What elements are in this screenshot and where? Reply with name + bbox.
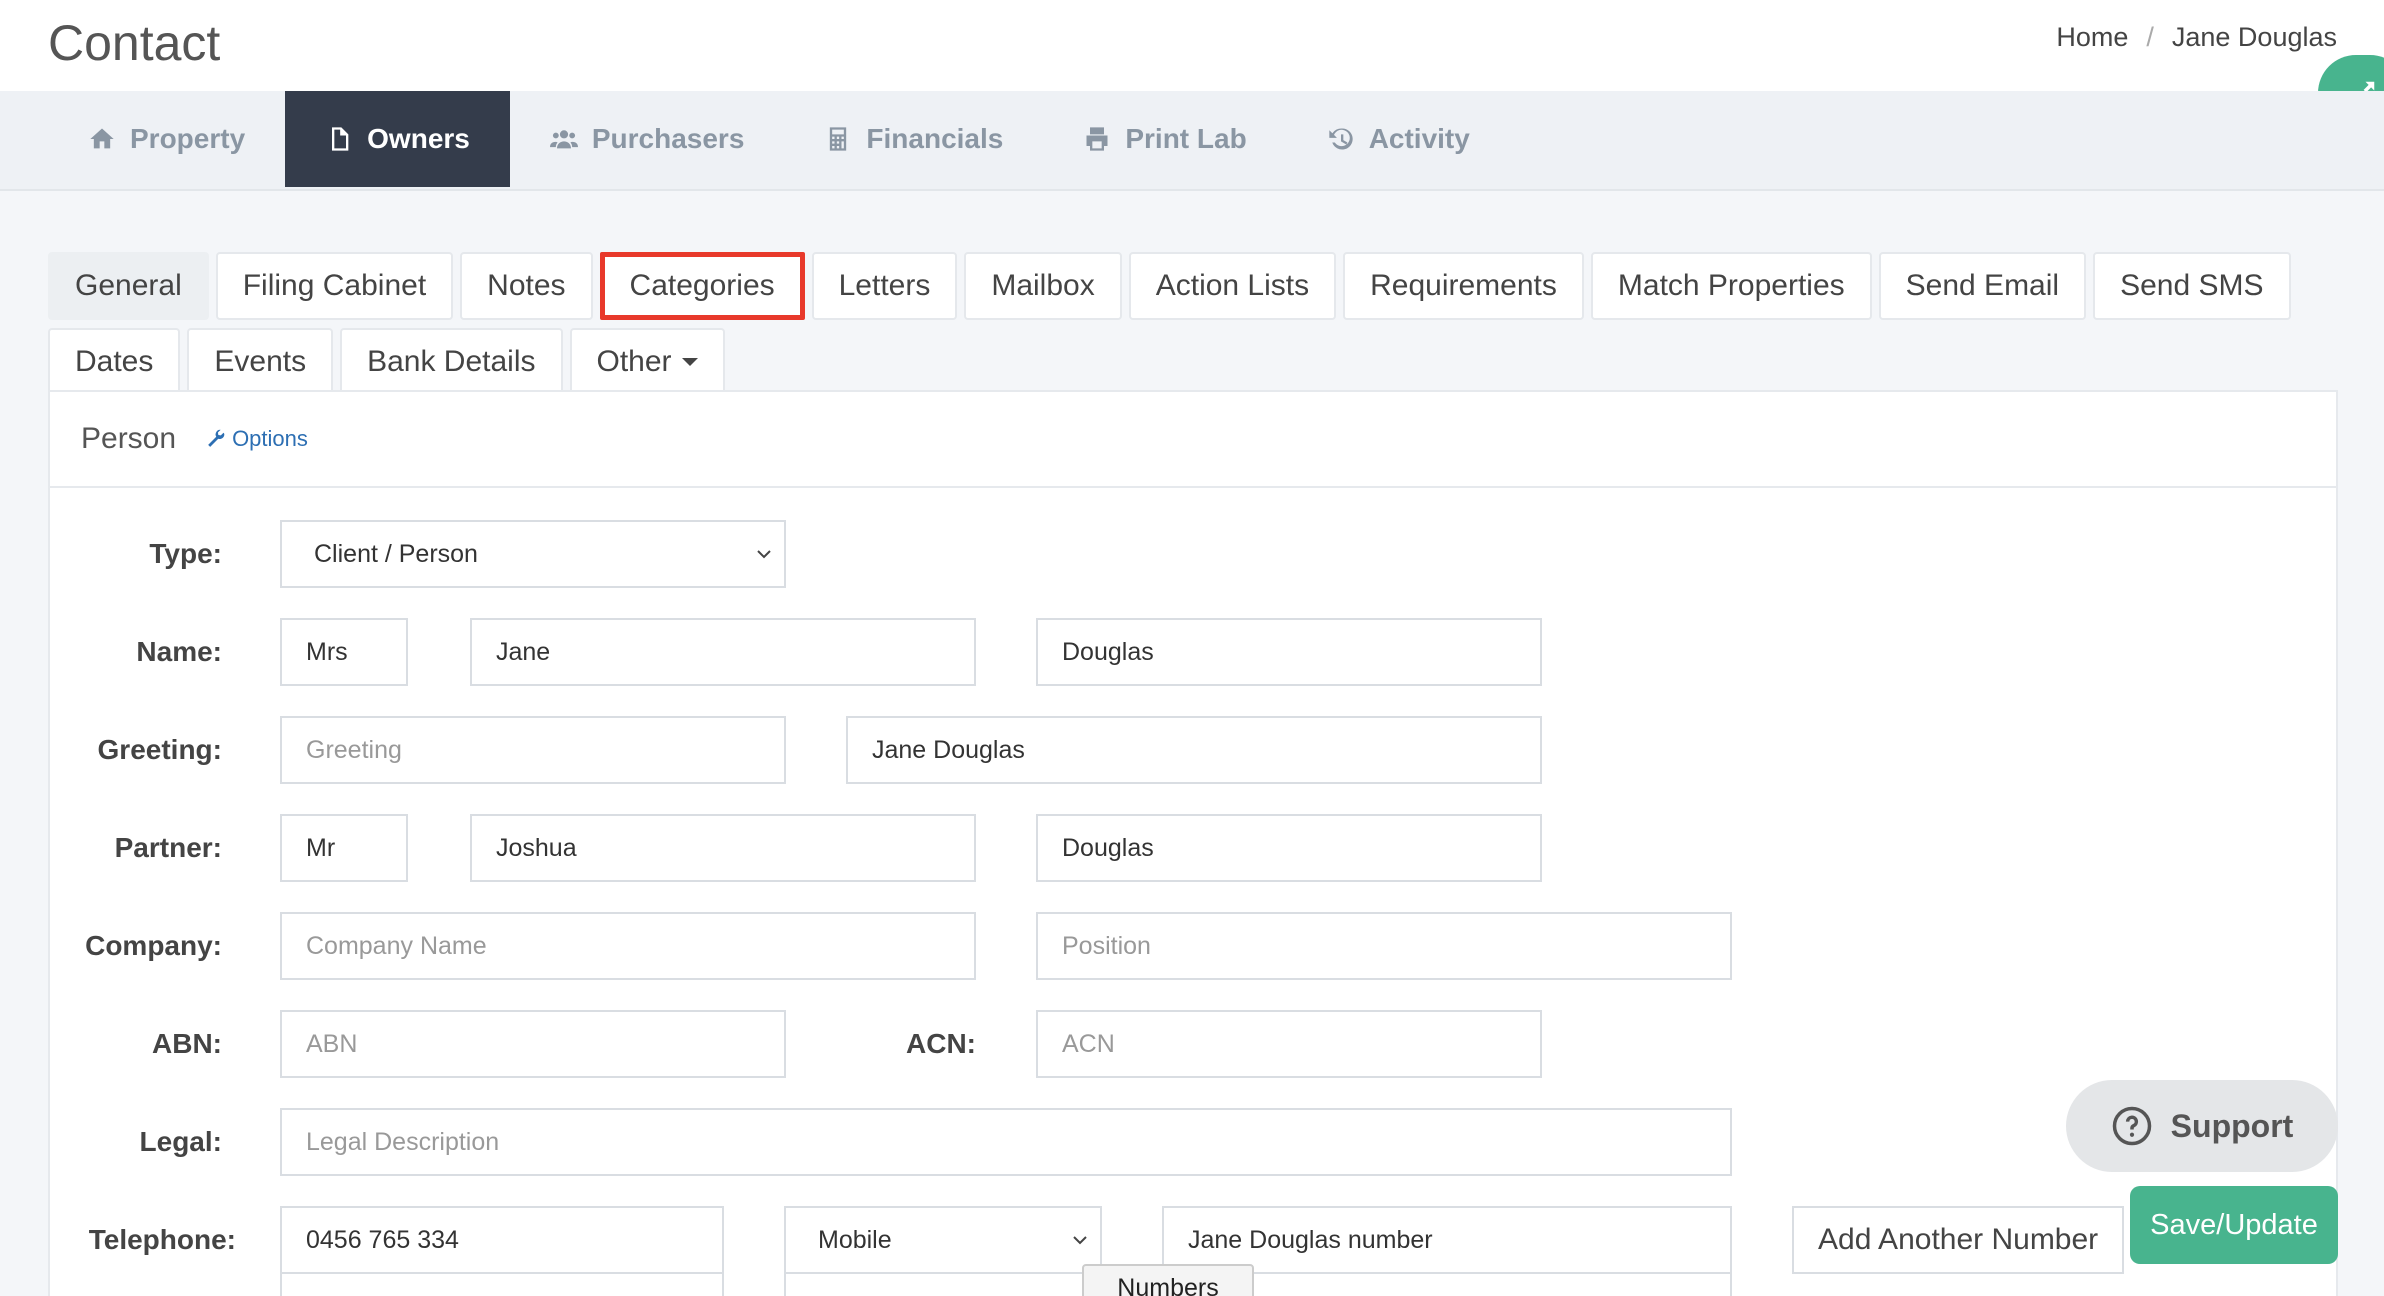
company-name-field[interactable]: Company Name (280, 912, 976, 980)
question-circle-icon (2112, 1106, 2151, 1146)
company-label: Company: (85, 930, 222, 961)
greeting-field[interactable]: Greeting (280, 716, 786, 784)
tab-label: Owners (367, 123, 470, 154)
sub-tabs: General Filing Cabinet Notes Categories … (48, 252, 2338, 396)
subtab-events[interactable]: Events (187, 328, 334, 396)
breadcrumb-home[interactable]: Home (2056, 22, 2128, 53)
tab-label: Print Lab (1125, 123, 1247, 154)
telephone-label: Telephone: (88, 1224, 236, 1255)
first-name-field[interactable]: Jane (470, 618, 976, 686)
tab-label: Property (130, 123, 246, 154)
subtab-categories[interactable]: Categories (599, 252, 805, 320)
subtab-requirements[interactable]: Requirements (1343, 252, 1584, 320)
support-button[interactable]: Support (2066, 1080, 2338, 1172)
telephone-type-value: Mobile (818, 1225, 892, 1254)
salutation-field[interactable]: Jane Douglas (846, 716, 1542, 784)
printer-icon (1086, 127, 1108, 151)
caret-down-icon (681, 358, 698, 366)
breadcrumb-separator: / (2146, 22, 2154, 52)
subtab-match-properties[interactable]: Match Properties (1590, 252, 1872, 320)
page-header: Contact Home / Jane Douglas (0, 0, 2384, 91)
partner-label: Partner: (114, 832, 222, 863)
support-label: Support (2170, 1107, 2294, 1144)
telephone-type-select-2[interactable] (784, 1272, 1102, 1296)
tooltip: Numbers (1082, 1264, 1254, 1296)
calculator-icon (830, 127, 847, 151)
abn-label: ABN: (152, 1028, 222, 1059)
subtab-other-label: Other (596, 345, 672, 378)
subtab-send-sms[interactable]: Send SMS (2093, 252, 2291, 320)
page-title: Contact (48, 15, 221, 71)
add-another-number-button[interactable]: Add Another Number (1792, 1206, 2125, 1274)
acn-field[interactable]: ACN (1036, 1010, 1542, 1078)
telephone-number-field[interactable]: 0456 765 334 (280, 1206, 724, 1274)
telephone-number-field-2[interactable] (280, 1272, 724, 1296)
person-panel: Person Options Type: Client / Person Nam… (48, 390, 2338, 1296)
wrench-icon (208, 429, 225, 447)
tab-property[interactable]: Property (48, 91, 285, 187)
acn-label: ACN: (906, 1028, 976, 1059)
tab-purchasers[interactable]: Purchasers (510, 91, 785, 187)
breadcrumb-current: Jane Douglas (2171, 22, 2337, 52)
type-label: Type: (149, 538, 222, 569)
telephone-type-select[interactable]: Mobile (784, 1206, 1102, 1274)
users-icon (549, 130, 578, 149)
tab-activity[interactable]: Activity (1287, 91, 1510, 187)
main-nav: Property Owners Purchasers Financials Pr… (0, 91, 2384, 191)
subtab-general[interactable]: General (48, 252, 209, 320)
panel-header: Person Options (50, 392, 2336, 488)
home-icon (90, 128, 114, 149)
chevron-down-icon (1073, 1236, 1087, 1245)
subtab-send-email[interactable]: Send Email (1878, 252, 2087, 320)
name-title-field[interactable]: Mrs (280, 618, 408, 686)
type-value: Client / Person (314, 539, 478, 568)
tab-label: Purchasers (591, 123, 745, 154)
options-link[interactable]: Options (206, 426, 308, 452)
chevron-down-icon (757, 550, 771, 559)
save-update-button[interactable]: Save/Update (2130, 1186, 2338, 1264)
partner-title-field[interactable]: Mr (280, 814, 408, 882)
tab-financials[interactable]: Financials (784, 91, 1043, 187)
subtab-action-lists[interactable]: Action Lists (1128, 252, 1337, 320)
legal-label: Legal: (139, 1126, 222, 1157)
legal-description-field[interactable]: Legal Description (280, 1108, 1732, 1176)
subtab-letters[interactable]: Letters (811, 252, 958, 320)
panel-title: Person (81, 422, 177, 455)
tab-label: Financials (866, 123, 1004, 154)
document-icon (332, 127, 349, 151)
subtab-bank-details[interactable]: Bank Details (340, 328, 563, 396)
subtab-dates[interactable]: Dates (48, 328, 181, 396)
options-label: Options (232, 426, 308, 451)
abn-field[interactable]: ABN (280, 1010, 786, 1078)
last-name-field[interactable]: Douglas (1036, 618, 1542, 686)
breadcrumb: Home / Jane Douglas (2056, 22, 2337, 53)
subtab-other[interactable]: Other (569, 328, 725, 396)
type-select[interactable]: Client / Person (280, 520, 786, 588)
subtab-mailbox[interactable]: Mailbox (964, 252, 1122, 320)
subtab-filing-cabinet[interactable]: Filing Cabinet (215, 252, 454, 320)
tab-print-lab[interactable]: Print Lab (1043, 91, 1286, 187)
subtab-notes[interactable]: Notes (460, 252, 593, 320)
greeting-label: Greeting: (97, 734, 222, 765)
partner-last-name-field[interactable]: Douglas (1036, 814, 1542, 882)
history-icon (1329, 128, 1353, 150)
name-label: Name: (136, 636, 222, 667)
tab-owners[interactable]: Owners (285, 91, 510, 187)
partner-first-name-field[interactable]: Joshua (470, 814, 976, 882)
position-field[interactable]: Position (1036, 912, 1732, 980)
tab-label: Activity (1368, 123, 1470, 154)
